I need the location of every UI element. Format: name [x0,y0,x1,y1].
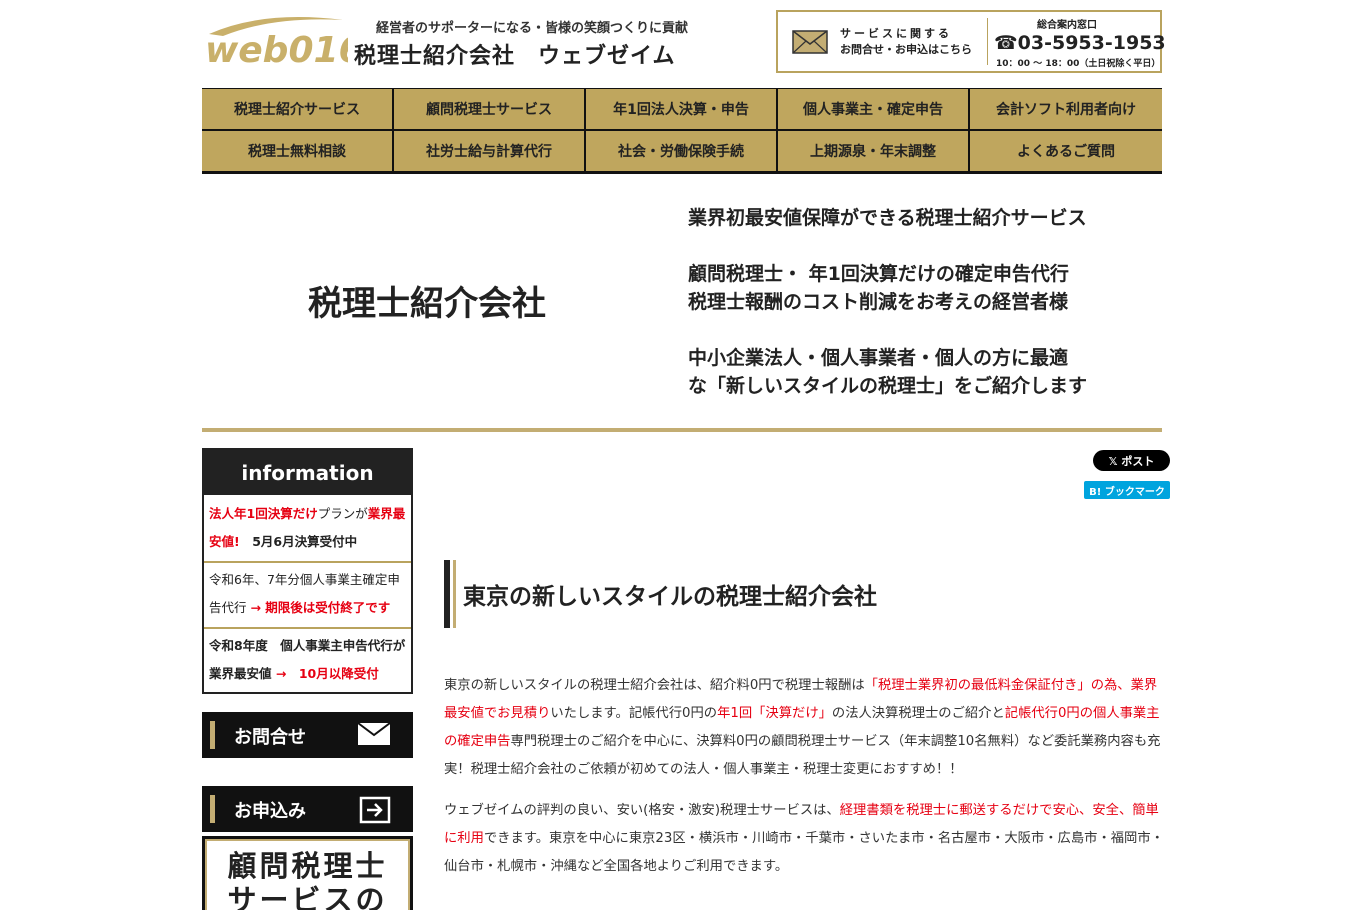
p1-text-3: の法人決算税理士のご紹介と [831,706,1005,721]
contact-line2: お問合せ・お申込はこちら [840,43,972,56]
nav-row-2: 税理士無料相談 社労士給与計算代行 社会・労働保険手続 上期源泉・年末調整 よく… [202,131,1162,171]
info-item-2-highlight: → 期限後は受付終了です [250,600,391,615]
nav-item-payroll[interactable]: 社労士給与計算代行 [394,131,584,171]
contact-inquiry-link[interactable]: サービスに関する お問合せ・お申込はこちら [778,12,987,71]
apply-button-label: お申込み [234,801,306,822]
nav-item-tax-referral[interactable]: 税理士紹介サービス [202,89,392,129]
info-item-1-highlight: 法人年1回決算だけ [209,506,318,521]
contact-divider [987,18,988,65]
hero-title: 税理士紹介会社 [308,284,546,324]
phone-number[interactable]: ☎03-5953-1953 [994,32,1166,54]
banner-line-2: サービスの [227,883,388,910]
contact-box[interactable]: サービスに関する お問合せ・お申込はこちら 総合案内窓口 ☎03-5953-19… [776,10,1166,73]
nav-row-1: 税理士紹介サービス 顧問税理士サービス 年1回法人決算・申告 個人事業主・確定申… [202,89,1162,129]
company-name[interactable]: 税理士紹介会社 ウェブゼイム [354,38,676,70]
mail-icon [792,30,828,54]
intro-paragraph: 東京の新しいスタイルの税理士紹介会社は、紹介料0円で税理士報酬は「税理士業界初の… [444,672,1164,784]
hero-line-1: 業界初最安値保障ができる税理士紹介サービス [688,207,1087,229]
site-tagline: 経営者のサポーターになる・皆様の笑顔つくりに貢献 [376,21,689,36]
p2-text-2: できます。東京を中心に東京23区・横浜市・川崎市・千葉市・さいたま市・名古屋市・… [444,831,1164,874]
banner-line-1: 顧問税理士 [227,849,388,883]
heading-accent [453,560,456,628]
nav-item-annual-settlement[interactable]: 年1回法人決算・申告 [586,89,776,129]
nav-item-insurance[interactable]: 社会・労働保険手続 [586,131,776,171]
nav-item-accounting-software[interactable]: 会計ソフト利用者向け [970,89,1162,129]
site-logo[interactable]: web016 [203,14,364,71]
x-post-button[interactable]: 𝕏 ポスト [1093,450,1170,471]
apply-button-bar [210,795,215,823]
gold-divider [202,428,1162,432]
business-hours: 10：00 ～ 18：00（土日祝除く平日） [996,59,1161,69]
service-paragraph: ウェブゼイムの評判の良い、安い(格安・激安)税理士サービスは、経理書類を税理士に… [444,797,1164,881]
p1-text-2: いたします。記帳代行0円の [550,706,718,721]
main-heading: 東京の新しいスタイルの税理士紹介会社 [463,584,877,610]
p1-link-annual-settlement[interactable]: 年1回「決算だけ」 [717,706,832,721]
info-item-r8[interactable]: 令和8年度 個人事業主申告代行が業界最安値 → 10月以降受付 [204,629,411,692]
nav-item-free-consult[interactable]: 税理士無料相談 [202,131,392,171]
apply-button[interactable]: お申込み [202,786,413,832]
nav-item-faq[interactable]: よくあるご質問 [970,131,1162,171]
contact-button-bar [210,721,215,749]
hatena-bookmark-button[interactable]: B! ブックマーク [1084,481,1170,499]
info-item-r6-r7[interactable]: 令和6年、7年分個人事業主確定申告代行 → 期限後は受付終了です [204,563,411,629]
hours-title: 総合案内窓口 [1037,20,1097,31]
nav-item-advisor[interactable]: 顧問税理士サービス [394,89,584,129]
contact-button-label: お問合せ [234,727,306,748]
p1-text-4: 専門税理士のご紹介を中心に、決算料0円の顧問税理士サービス（年末調整10名無料）… [444,734,1161,777]
contact-button[interactable]: お問合せ [202,712,413,758]
envelope-icon [357,722,391,745]
nav-item-sole-proprietor[interactable]: 個人事業主・確定申告 [778,89,968,129]
hero-line-3: 税理士報酬のコスト削減をお考えの経営者様 [688,291,1069,313]
advisor-service-banner[interactable]: 顧問税理士 サービスの [202,836,413,910]
p1-text-1: 東京の新しいスタイルの税理士紹介会社は、紹介料0円で税理士報酬は [444,678,865,693]
info-item-annual-plan[interactable]: 法人年1回決算だけプランが業界最安値! 5月6月決算受付中 [204,497,411,563]
info-item-1-text: プランが [317,506,368,521]
hero-line-5: な「新しいスタイルの税理士」をご紹介します [688,375,1088,397]
main-heading-block: 東京の新しいスタイルの税理士紹介会社 [444,560,1162,628]
hero-line-4: 中小企業法人・個人事業者・個人の方に最適 [688,347,1069,369]
information-title: information [204,450,411,495]
logo-text: web016 [205,30,348,70]
p2-text-1: ウェブゼイムの評判の良い、安い(格安・激安)税理士サービスは、 [444,803,840,818]
arrow-right-box-icon [359,796,391,824]
information-box: information 法人年1回決算だけプランが業界最安値! 5月6月決算受付… [202,448,413,694]
info-item-1-note: 5月6月決算受付中 [239,534,358,549]
info-item-3-highlight: → 10月以降受付 [275,666,379,681]
nav-item-year-end[interactable]: 上期源泉・年末調整 [778,131,968,171]
advisor-banner-inner: 顧問税理士 サービスの [205,839,410,910]
phone-contact[interactable]: 総合案内窓口 ☎03-5953-1953 10：00 ～ 18：00（土日祝除く… [990,12,1166,71]
contact-line1: サービスに関する [840,27,952,40]
hero-line-2: 顧問税理士・ 年1回決算だけの確定申告代行 [688,263,1069,285]
main-nav: 税理士紹介サービス 顧問税理士サービス 年1回法人決算・申告 個人事業主・確定申… [202,88,1162,174]
